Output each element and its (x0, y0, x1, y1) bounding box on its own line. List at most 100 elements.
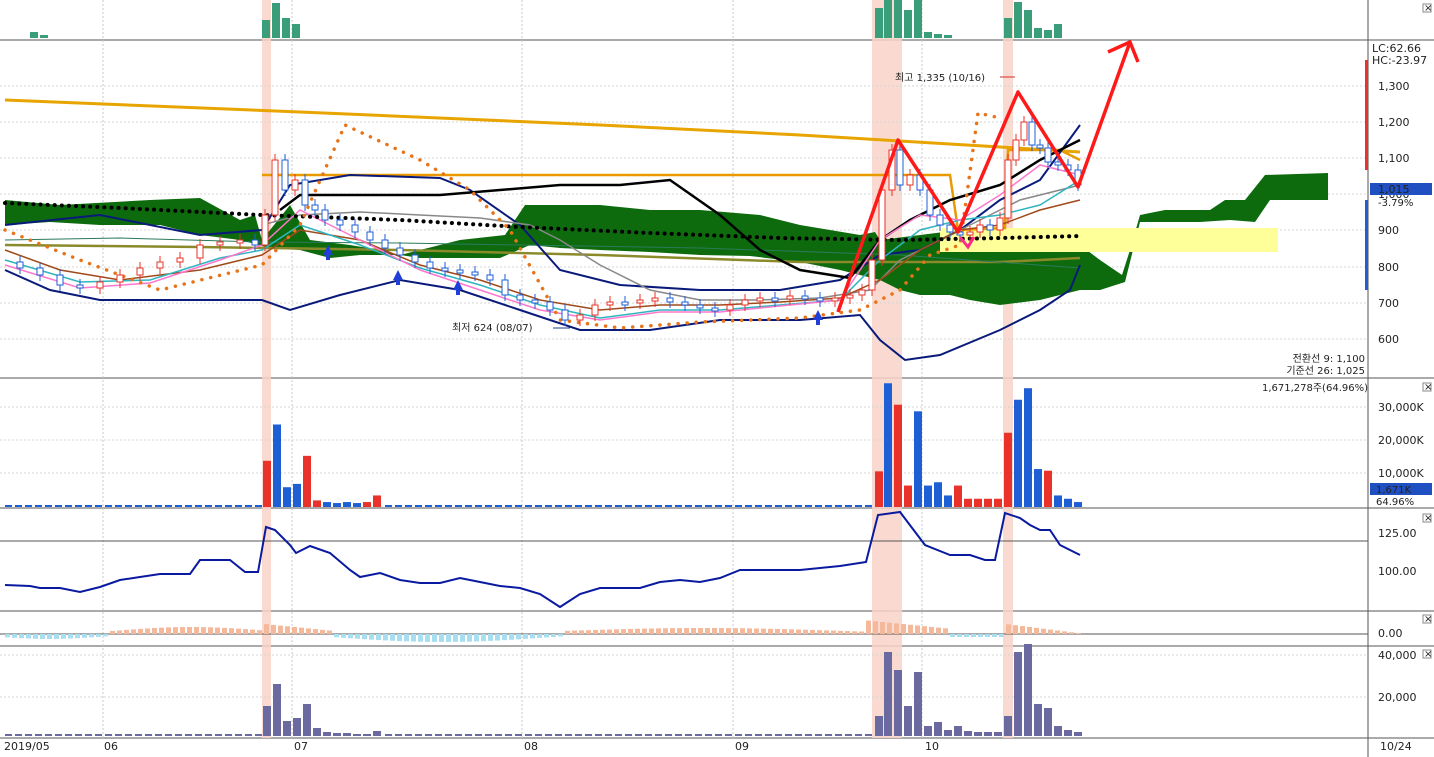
ind3-bar (435, 734, 442, 736)
price-tick-label: 1,100 (1378, 152, 1410, 165)
ind2-bar (971, 634, 976, 637)
ind3-bar (263, 706, 271, 736)
ind2-bar (873, 621, 878, 634)
ind3-bar (665, 734, 672, 736)
ind3-bar (85, 734, 92, 736)
volume-bar (385, 505, 392, 507)
ind3-bar (835, 734, 842, 736)
top-bar (1054, 24, 1062, 38)
ind2-bar (936, 627, 941, 634)
ind3-bar (545, 734, 552, 736)
volume-bar (313, 500, 321, 507)
ind3-bar (994, 732, 1002, 736)
ind2-bar (901, 624, 906, 634)
ind3-bar (815, 734, 822, 736)
ind2-bar (411, 634, 416, 642)
volume-bar (735, 505, 742, 507)
volume-bar (585, 505, 592, 507)
ind2-bar (278, 625, 283, 634)
ind3-bar (283, 721, 291, 736)
volume-bar (445, 505, 452, 507)
ind2-bar (19, 634, 24, 639)
volume-bar (565, 505, 572, 507)
candle-body (1036, 144, 1044, 149)
ind3-bar (845, 734, 852, 736)
ind2-bar (733, 628, 738, 634)
ind3-bar (755, 734, 762, 736)
ind3-bar (495, 734, 502, 736)
ind3-bar (745, 734, 752, 736)
volume-bar (795, 505, 802, 507)
ind3-bar (75, 734, 82, 736)
candle-body (456, 269, 464, 274)
volume-bar (884, 383, 892, 507)
ind3-bar (115, 734, 122, 736)
ind2-bar (12, 634, 17, 638)
volume-bar (373, 495, 381, 507)
candle-body (546, 301, 554, 311)
volume-current: 1,671K (1376, 485, 1412, 496)
candle-body (576, 314, 584, 321)
ind3-bar (45, 734, 52, 736)
candle-body (351, 224, 359, 233)
ind2-bar (838, 630, 843, 634)
ind2-bar (670, 628, 675, 634)
ind2-bar (789, 629, 794, 634)
ind2-bar (243, 629, 248, 634)
ind2-bar (943, 628, 948, 634)
ind2-bar (607, 629, 612, 634)
volume-bar (145, 505, 152, 507)
ind3-bar (485, 734, 492, 736)
ind2-bar (166, 627, 171, 634)
ind3-bar (775, 734, 782, 736)
ind2-bar (761, 628, 766, 634)
ind2-bar (201, 627, 206, 634)
volume-bar (505, 505, 512, 507)
ind3-bar (333, 733, 341, 736)
candle-body (606, 301, 614, 306)
top-bar (894, 0, 902, 38)
ind3-bar (685, 734, 692, 736)
x-axis-label: 06 (104, 740, 118, 753)
price-tick-label: 700 (1378, 297, 1399, 310)
candle-body (651, 297, 659, 302)
ind3-bar (475, 734, 482, 736)
volume-bar (435, 505, 442, 507)
ind2-bar (922, 626, 927, 634)
ind2-bar (117, 630, 122, 634)
volume-bar (555, 505, 562, 507)
candle-body (396, 247, 404, 256)
lc-bar (1365, 60, 1368, 170)
ind3-bar (954, 726, 962, 736)
ind2-bar (796, 629, 801, 634)
volume-bar (65, 505, 72, 507)
ind2-bar (138, 628, 143, 634)
ind2-bar (124, 629, 129, 634)
ind2-bar (852, 631, 857, 634)
candle-body (1004, 159, 1012, 219)
candle-body (711, 307, 719, 312)
ind3-bar (385, 734, 392, 736)
candle-body (681, 301, 689, 306)
ind3-bar (825, 734, 832, 736)
ind2-bar (810, 629, 815, 634)
ind3-bar (1004, 716, 1012, 736)
ind2-bar (47, 634, 52, 639)
ind2-bar (89, 634, 94, 638)
ind2-bar (579, 630, 584, 634)
candle-body (878, 189, 886, 261)
candle-body (936, 214, 944, 226)
volume-bar (535, 505, 542, 507)
ind3-bar (595, 734, 602, 736)
ind2-bar (719, 628, 724, 634)
top-bar (292, 24, 300, 38)
candle-body (986, 224, 994, 231)
ind2-bar (1076, 633, 1081, 634)
ind2-bar (1048, 629, 1053, 634)
volume-bar (303, 455, 311, 507)
ind2-bar (740, 628, 745, 634)
ind2-bar (481, 634, 486, 642)
candle-body (531, 299, 539, 304)
ind3-bar (323, 732, 331, 736)
ind3-bar (924, 726, 932, 736)
